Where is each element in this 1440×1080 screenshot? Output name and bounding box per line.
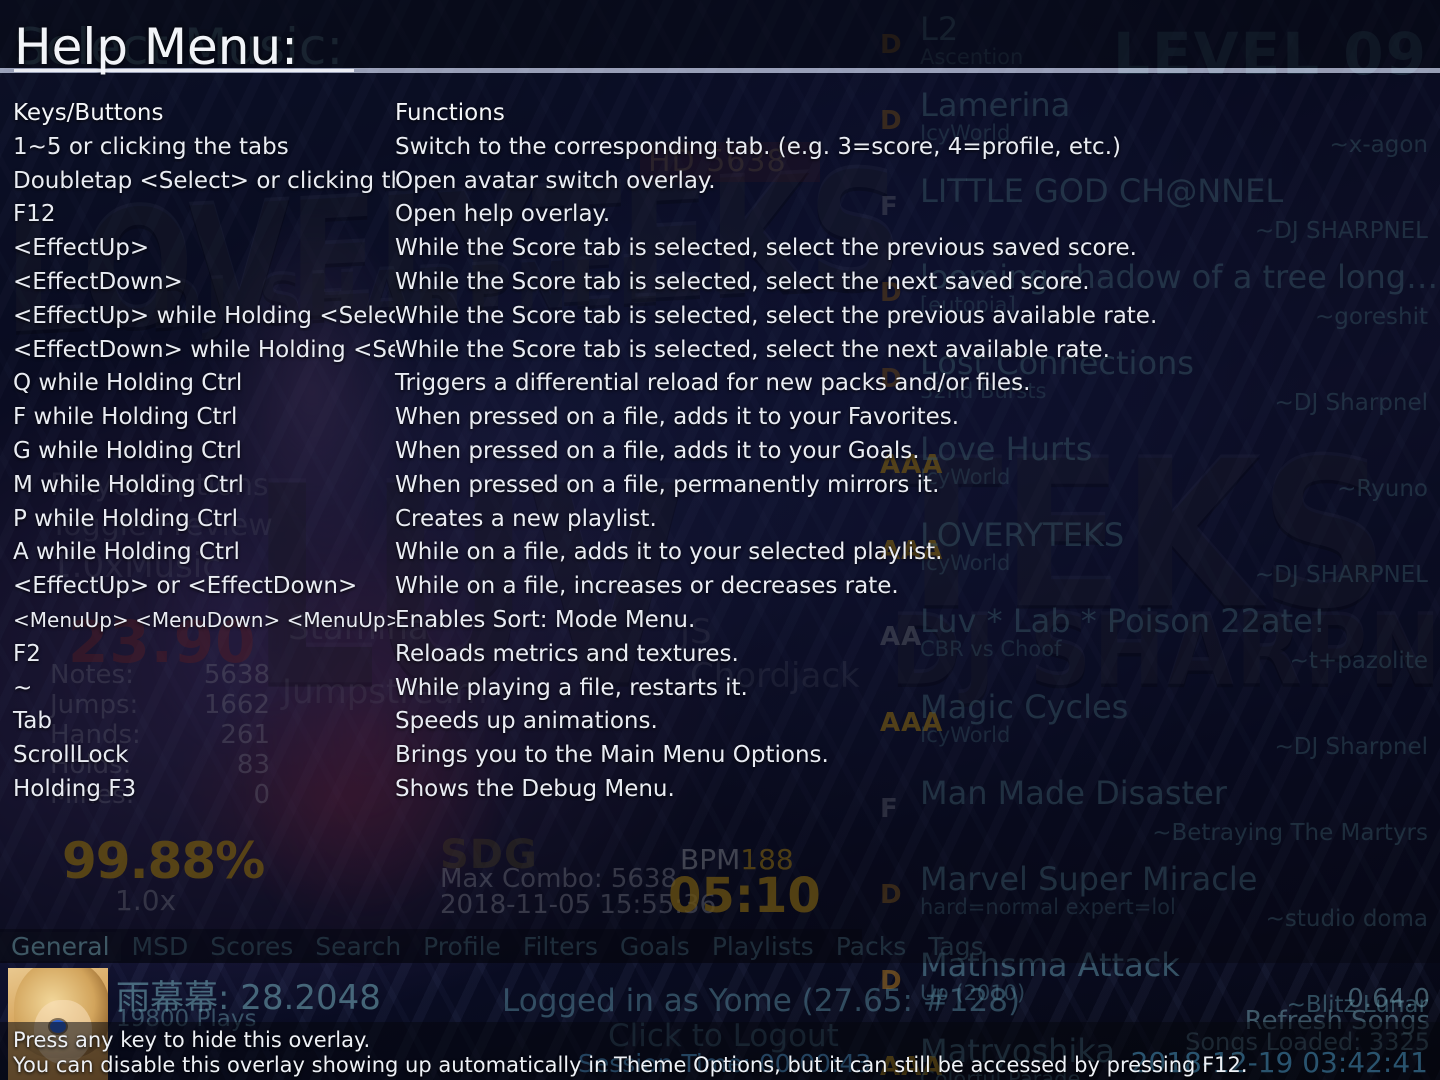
hd-notecount-text: HD 5638: [648, 144, 787, 179]
note-stat-row: Mines: 0: [50, 780, 270, 810]
song-wheel-item[interactable]: AAA LOVERYTEKS IcyWorld ~DJ SHARPNEL: [862, 496, 1440, 592]
song-grade: F: [880, 192, 899, 222]
songs-loaded-count: Songs Loaded: 3325: [1185, 1028, 1430, 1056]
toggle-preview-label[interactable]: Toggle Preview: [50, 508, 273, 543]
avatar-face: [34, 1000, 92, 1064]
song-subtitle: 32nd Bursts: [920, 379, 1047, 403]
game-screen: LOVELYTEKS DJ SHARPNEL TEKS DJ SHARPNEL …: [0, 0, 1440, 1080]
note-stat-label: Mines:: [50, 780, 135, 810]
note-stat-label: Holds:: [50, 750, 132, 780]
song-grade: D: [880, 880, 903, 910]
player-options-label[interactable]: Player Options: [50, 468, 269, 503]
song-wheel[interactable]: D L2 Ascention D Lamerina IcyWorld ~x-ag…: [862, 0, 1440, 1080]
song-subtitle: CBR vs Choof: [920, 637, 1062, 661]
tab-search[interactable]: Search: [304, 932, 412, 961]
note-stat-value: 1662: [203, 690, 270, 720]
note-stat-label: Notes:: [50, 660, 134, 690]
session-time: Session Time: 00:00:43: [578, 1049, 872, 1078]
song-grade: D: [880, 106, 903, 136]
song-wheel-item[interactable]: F LITTLE GOD CH@NNEL ~DJ SHARPNEL: [862, 152, 1440, 248]
song-title: Lost Connections: [920, 344, 1194, 382]
song-wheel-item[interactable]: D looming shadow of a tree long gone [eu…: [862, 238, 1440, 334]
song-length: 05:10: [668, 868, 821, 924]
song-wheel-item[interactable]: D Lamerina IcyWorld ~x-agon: [862, 66, 1440, 162]
song-subtitle: IcyWorld: [920, 121, 1011, 145]
score-rate: 1.0x: [115, 884, 177, 917]
tab-bar: General MSD Scores Search Profile Filter…: [0, 929, 984, 963]
song-grade: F: [880, 794, 899, 824]
song-title: LOVERYTEKS: [920, 516, 1125, 554]
song-title: Matryoshika: [920, 1032, 1115, 1070]
song-title: looming shadow of a tree long gone: [920, 258, 1440, 296]
song-wheel-item[interactable]: D Lost Connections 32nd Bursts ~DJ Sharp…: [862, 324, 1440, 420]
tab-profile[interactable]: Profile: [412, 932, 512, 961]
tab-scores[interactable]: Scores: [199, 932, 304, 961]
note-stat-row: Hands: 261: [50, 720, 270, 750]
profile-play-count: 19800 Plays: [116, 1006, 257, 1032]
song-title: Man Made Disaster: [920, 774, 1227, 812]
avatar[interactable]: [8, 968, 108, 1080]
tab-playlists[interactable]: Playlists: [701, 932, 825, 961]
song-wheel-item[interactable]: AAA Love Hurts IcyWorld ~Ryuno: [862, 410, 1440, 506]
song-subtitle: [eutopia]: [920, 293, 1016, 317]
song-subtitle: hard=normal expert=lol: [920, 895, 1176, 919]
song-grade: D: [880, 278, 903, 308]
song-title: Love Hurts: [920, 430, 1093, 468]
note-stat-value: 83: [236, 750, 270, 780]
song-grade: D: [880, 966, 903, 996]
song-title: Lamerina: [920, 86, 1071, 124]
tab-goals[interactable]: Goals: [609, 932, 701, 961]
song-subtitle: IcyWorld: [920, 723, 1011, 747]
song-subtitle: Colorful Parade: [920, 1067, 1081, 1080]
tab-msd[interactable]: MSD: [121, 932, 200, 961]
song-wheel-item[interactable]: D Marvel Super Miracle hard=normal exper…: [862, 840, 1440, 936]
select-music-screen: Select Music: LEVEL 09 HD 5638 Player Op…: [0, 0, 1440, 1080]
song-wheel-item[interactable]: AA Luv * Lab * Poison 22ate! CBR vs Choo…: [862, 582, 1440, 678]
note-stat-label: Jumps:: [50, 690, 139, 720]
song-subtitle: IcyWorld: [920, 551, 1011, 575]
screen-title: Select Music:: [14, 18, 344, 76]
hd-notecount-badge: HD 5638: [640, 142, 820, 182]
song-title: Magic Cycles: [920, 688, 1129, 726]
note-stat-value: 261: [220, 720, 270, 750]
note-stats-panel: Notes: 5638 Jumps: 1662 Hands: 261 Holds…: [50, 660, 270, 810]
song-grade: D: [880, 364, 903, 394]
note-stat-label: Hands:: [50, 720, 141, 750]
chart-tag-jumpstream: Jumpstream: [282, 672, 488, 712]
song-title: LITTLE GOD CH@NNEL: [920, 172, 1284, 210]
song-wheel-item[interactable]: AAA Magic Cycles IcyWorld ~DJ Sharpnel: [862, 668, 1440, 764]
avatar-eye: [50, 1020, 66, 1033]
song-wheel-item[interactable]: F Man Made Disaster ~Betraying The Marty…: [862, 754, 1440, 850]
chart-tag-js: JS: [680, 612, 712, 652]
song-title: L2: [920, 10, 959, 48]
note-stat-value: 5638: [203, 660, 270, 690]
tab-filters[interactable]: Filters: [512, 932, 609, 961]
song-title: Mathsma Attack: [920, 946, 1180, 984]
song-subtitle: Up (2010): [920, 981, 1026, 1005]
music-rate-label[interactable]: 1.0xMusic: [50, 546, 221, 586]
song-grade: D: [880, 30, 903, 60]
tab-general[interactable]: General: [0, 931, 121, 961]
note-stat-row: Notes: 5638: [50, 660, 270, 690]
song-title: Marvel Super Miracle: [920, 860, 1258, 898]
song-subtitle: IcyWorld: [920, 465, 1011, 489]
note-stat-row: Jumps: 1662: [50, 690, 270, 720]
note-stat-row: Holds: 83: [50, 750, 270, 780]
chart-tag-chordjack: Chordjack: [690, 656, 860, 696]
chart-tag-stamina: Stamina: [288, 608, 429, 648]
song-title: Luv * Lab * Poison 22ate!: [920, 602, 1326, 640]
song-grade: AA: [880, 622, 923, 652]
score-percent: 99.88%: [62, 832, 265, 890]
note-stat-value: 0: [253, 780, 270, 810]
